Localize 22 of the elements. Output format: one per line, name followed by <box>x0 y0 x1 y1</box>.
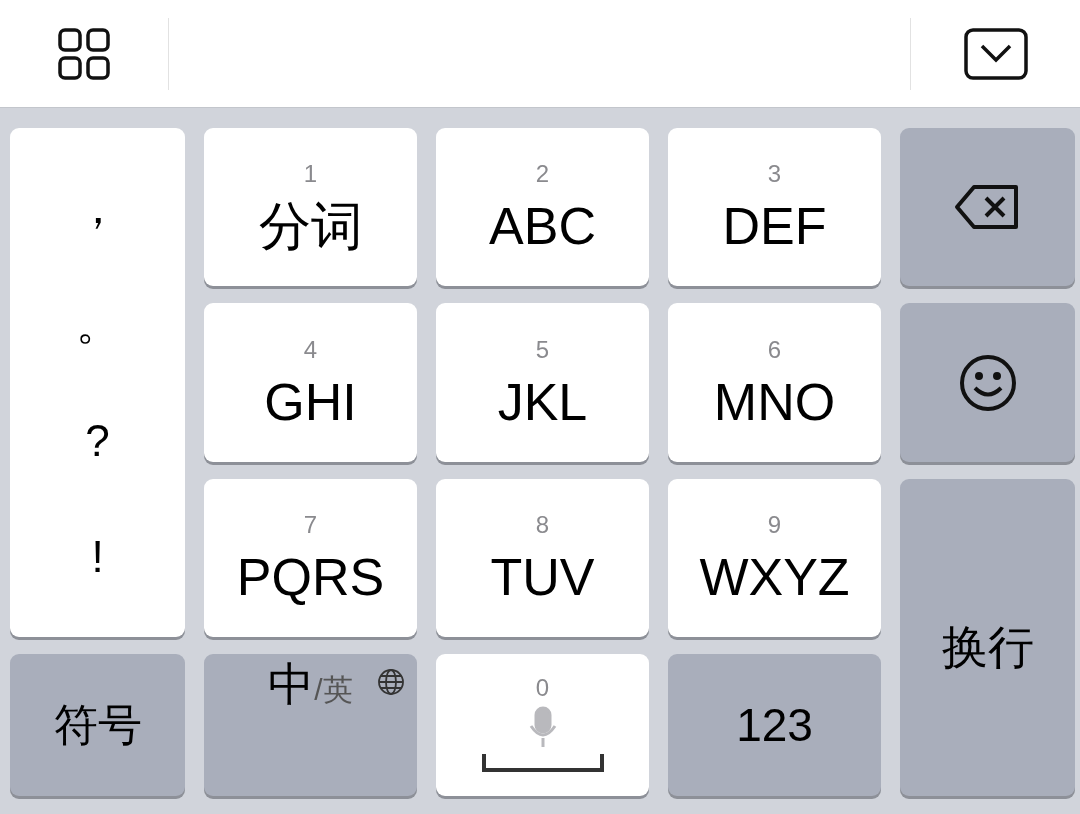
space-bar-icon <box>481 752 604 774</box>
letter-key[interactable]: 5 JKL <box>436 303 649 462</box>
emoji-icon[interactable] <box>900 303 1075 462</box>
language-key[interactable]: 中/英 <box>204 654 417 796</box>
punctuation-key[interactable]: ， <box>55 186 140 231</box>
globe-icon <box>377 668 405 696</box>
letter-key[interactable]: 8 TUV <box>436 479 649 637</box>
letter-key[interactable]: 7 PQRS <box>204 479 417 637</box>
punctuation-key[interactable]: 。 <box>55 302 140 347</box>
punctuation-key[interactable]: ! <box>71 534 124 579</box>
number-key[interactable]: 123 <box>668 654 881 796</box>
letter-key[interactable]: 9 WXYZ <box>668 479 881 637</box>
microphone-icon <box>527 706 558 748</box>
letter-key[interactable]: 6 MNO <box>668 303 881 462</box>
letter-key[interactable]: 2 ABC <box>436 128 649 286</box>
return-key[interactable]: 换行 <box>900 479 1075 796</box>
letter-key[interactable]: 1 分词 <box>204 128 417 286</box>
punctuation-key[interactable]: ? <box>65 418 130 463</box>
letter-key[interactable]: 4 GHI <box>204 303 417 462</box>
letter-key[interactable]: 3 DEF <box>668 128 881 286</box>
backspace-icon[interactable] <box>900 128 1075 286</box>
symbol-key[interactable]: 符号 <box>10 654 185 796</box>
